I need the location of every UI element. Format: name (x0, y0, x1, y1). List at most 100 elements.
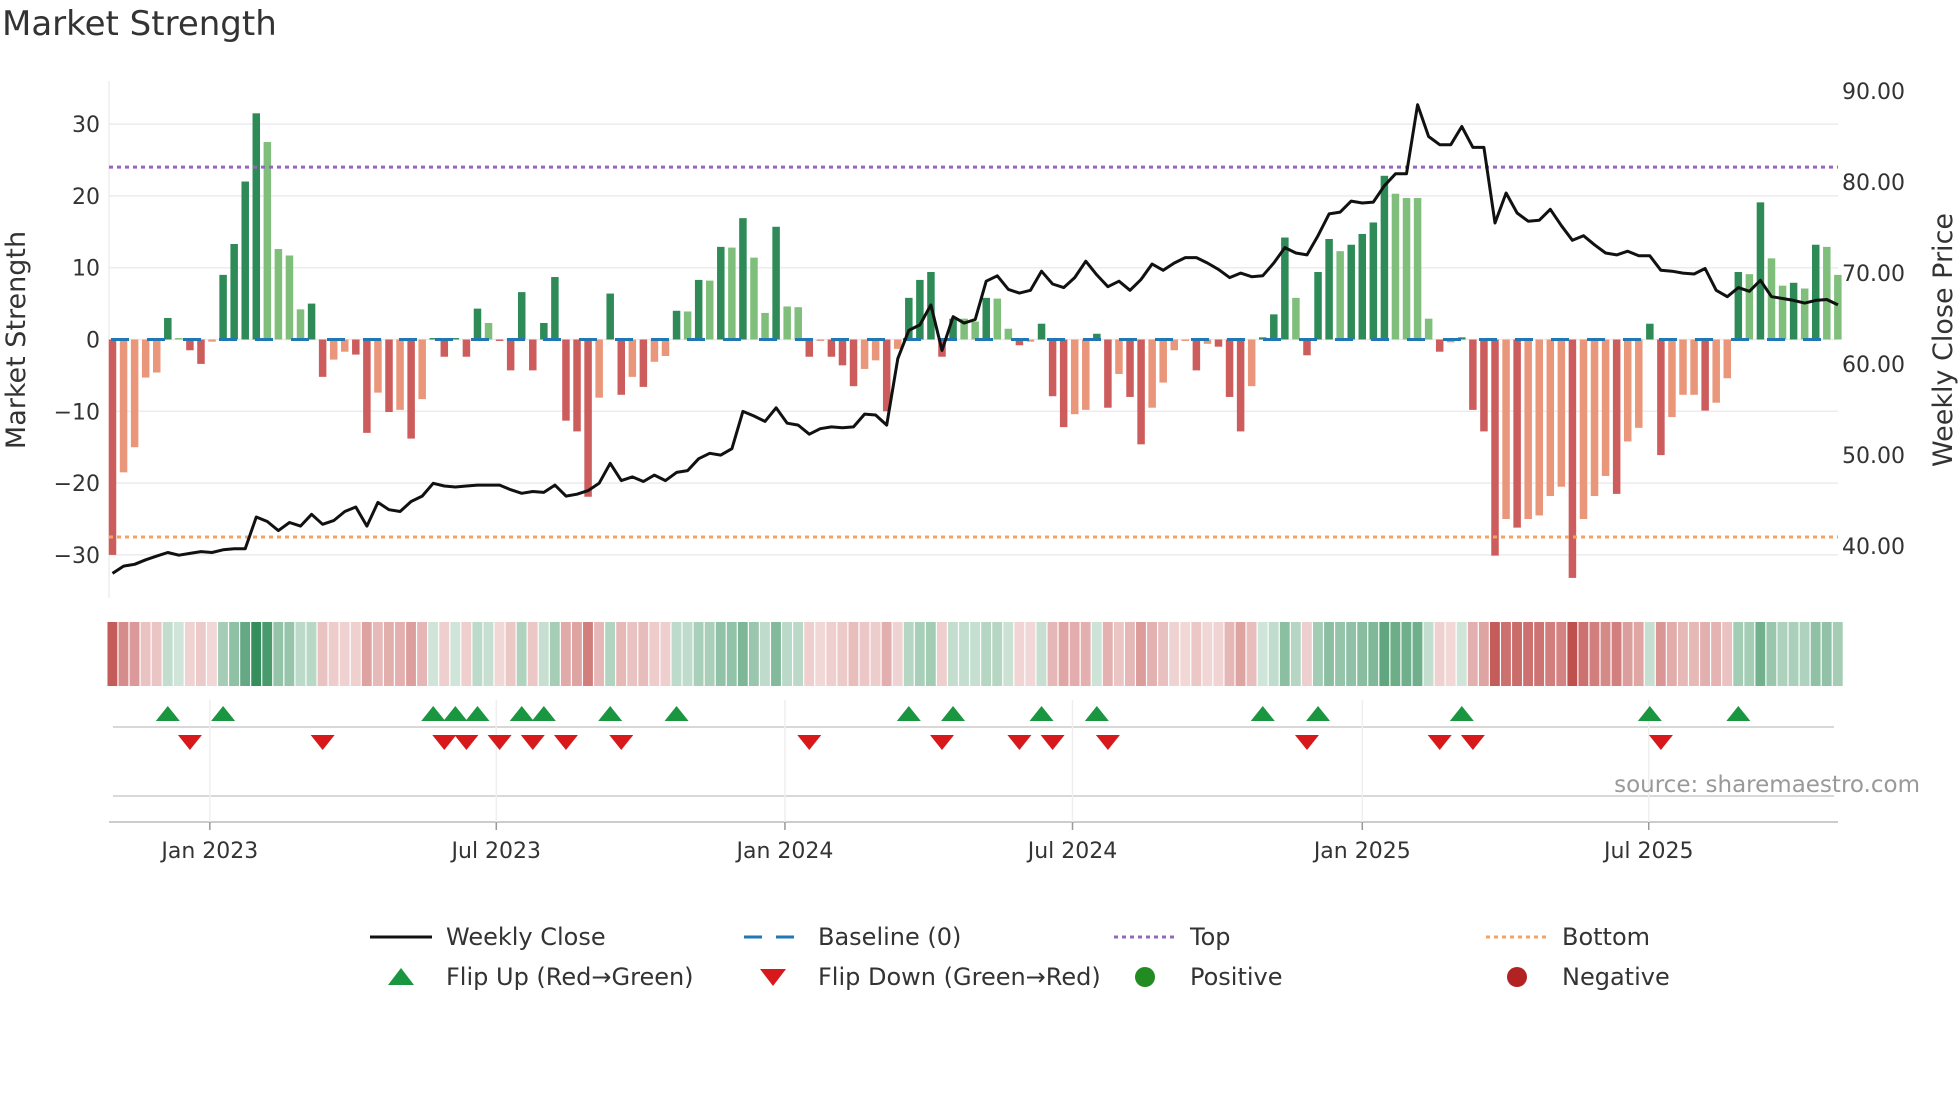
x-tick-label: Jul 2025 (1602, 839, 1694, 864)
strength-bar (1137, 339, 1145, 445)
flip-down-marker (1460, 735, 1485, 750)
strength-bar (871, 339, 880, 361)
heat-strip-cell (1158, 622, 1169, 686)
strength-bar (1646, 323, 1654, 340)
legend-label: Weekly Close (446, 923, 606, 951)
flip-up-marker (443, 706, 468, 721)
strength-bar (1502, 339, 1510, 520)
heat-strip-cell (118, 622, 129, 686)
heat-strip-cell (1689, 622, 1699, 686)
legend-flip-up: Flip Up (Red→Green) (370, 962, 742, 992)
flip-up-marker (1449, 706, 1474, 721)
strength-bar (1513, 339, 1521, 528)
y-tick-label: 30 (72, 113, 100, 138)
flip-down-marker (1294, 735, 1319, 750)
heat-strip-cell (516, 622, 527, 686)
heat-strip-cell (1677, 622, 1688, 686)
heat-strip-cell (1700, 622, 1710, 686)
line-swatch-icon (370, 935, 432, 939)
strength-bar (1270, 314, 1278, 340)
x-tick-label: Jul 2023 (450, 839, 542, 864)
heat-strip-cell (494, 622, 505, 686)
heat-strip-cell (1058, 622, 1069, 686)
heat-strip-cell (715, 622, 726, 686)
strength-bar (1635, 339, 1643, 428)
heat-strip-cell (1434, 622, 1445, 686)
strength-bar (1712, 339, 1720, 403)
heat-strip-cell (1611, 622, 1622, 686)
strength-bar (551, 277, 559, 340)
heat-strip-cell (1744, 622, 1755, 686)
strength-bar (1745, 274, 1754, 340)
heat-strip-cell (1279, 622, 1290, 686)
heat-strip-cell (1556, 622, 1567, 686)
flip-up-marker (465, 706, 490, 721)
strength-bar (1148, 339, 1156, 408)
heat-strip-cell (1368, 622, 1379, 686)
strength-bar (1159, 339, 1167, 383)
heat-strip-cell (870, 622, 881, 686)
strength-bar (916, 279, 924, 340)
heat-strip-cell (1091, 622, 1102, 686)
strength-bar (606, 293, 614, 340)
strength-bar (186, 339, 194, 351)
flip-down-marker (310, 735, 335, 750)
y-tick-label: 0 (86, 329, 100, 354)
heat-strip-cell (173, 622, 184, 686)
heat-strip-cell (1313, 622, 1323, 686)
strength-bar (750, 257, 758, 340)
heat-strip-cell (682, 622, 693, 686)
heat-strip-cell (1036, 622, 1047, 686)
dotted-line-swatch-icon (1486, 935, 1548, 939)
flip-up-marker (1306, 706, 1331, 721)
strength-bar (1314, 272, 1322, 340)
strength-bar (1413, 198, 1422, 340)
strength-bar (772, 226, 780, 340)
flip-down-marker (1427, 735, 1452, 750)
heat-strip-cell (1379, 622, 1390, 686)
heat-strip-cell (1069, 622, 1080, 686)
heat-strip-cell (1755, 622, 1766, 686)
legend-weekly-close: Weekly Close (370, 922, 742, 952)
strength-bar (1247, 339, 1256, 387)
heat-strip-cell (1788, 622, 1799, 686)
heat-strip-cell (1589, 622, 1600, 686)
legend-bottom: Bottom (1486, 922, 1786, 952)
strength-bar (694, 279, 703, 340)
strength-bar (1303, 339, 1311, 356)
heat-strip-cell (815, 622, 826, 686)
strength-bar (1214, 339, 1223, 347)
heat-strip-cell (262, 622, 273, 686)
heat-strip-cell (383, 622, 394, 686)
heat-strip-cell (1534, 622, 1545, 686)
strength-bar (285, 255, 294, 340)
flip-up-marker (509, 706, 534, 721)
strength-bar (573, 339, 581, 432)
strength-bar (672, 310, 681, 340)
heat-strip-cell (914, 622, 925, 686)
heat-strip-cell (1766, 622, 1777, 686)
strength-bar (197, 339, 205, 364)
flip-up-marker (598, 706, 623, 721)
strength-bar (982, 297, 990, 340)
flip-down-marker (1007, 735, 1032, 750)
strength-bar (418, 339, 426, 400)
strength-bar (562, 339, 570, 421)
strength-bar (1192, 339, 1201, 371)
heat-strip-cell (417, 622, 428, 686)
strength-bar (1734, 272, 1743, 340)
heat-strip-cell (903, 622, 914, 686)
strength-bar (164, 317, 172, 340)
heat-strip-cell (627, 622, 638, 686)
heat-strip-cell (1346, 622, 1357, 686)
heat-strip-cell (649, 622, 660, 686)
strength-bar (628, 339, 637, 377)
heat-strip-cell (948, 622, 958, 686)
heat-strip-cell (184, 622, 195, 686)
flip-up-marker (531, 706, 556, 721)
x-tick-label: Jan 2024 (734, 839, 833, 864)
heat-strip-cell (1180, 622, 1191, 686)
flip-down-marker (1040, 735, 1065, 750)
legend-top: Top (1114, 922, 1486, 952)
strength-bar (1491, 339, 1499, 556)
